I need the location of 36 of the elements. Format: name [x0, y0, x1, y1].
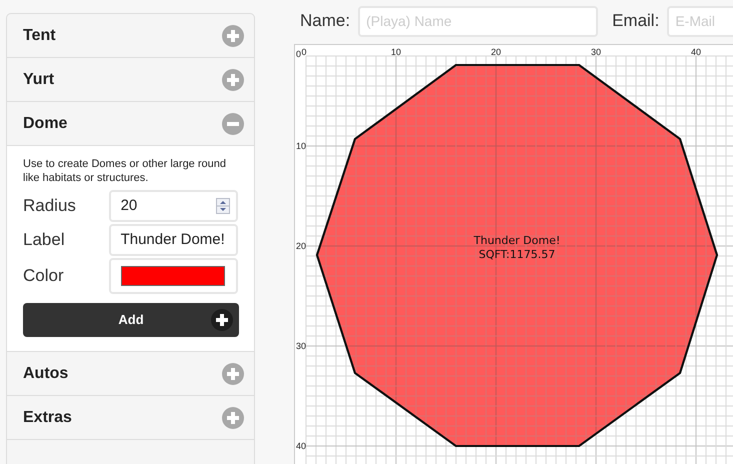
name-label: Name: [300, 10, 350, 32]
axis-label: 20 [491, 47, 501, 57]
axis-label: 40 [296, 441, 306, 451]
text-field[interactable]: Thunder Dome! [108, 224, 238, 256]
axis-label: 20 [296, 241, 306, 251]
section-header[interactable]: Autos [7, 352, 254, 395]
axis-label: 10 [296, 141, 306, 151]
plus-icon[interactable] [222, 362, 244, 384]
axis-label: 0 [302, 47, 306, 57]
section-header[interactable]: Yurt [7, 58, 254, 101]
shape-label: Thunder Dome! [474, 234, 560, 247]
dome-shape[interactable] [316, 64, 718, 447]
minus-icon[interactable] [222, 112, 244, 134]
spinner-icon[interactable] [216, 198, 230, 214]
drawing-canvas[interactable]: 00 10 20 30 40 10 20 30 40 Thunder Dome! SQFT:1175.57 [294, 44, 733, 464]
plus-icon[interactable] [222, 406, 244, 428]
section-header[interactable]: Extras [7, 396, 254, 439]
color-field[interactable] [108, 258, 238, 294]
section-header[interactable]: Dome [7, 102, 254, 145]
axis-label: 40 [691, 47, 701, 57]
plus-icon[interactable] [222, 68, 244, 90]
add-button[interactable]: Add [23, 303, 239, 337]
shape-area: SQFT:1175.57 [478, 248, 556, 261]
section-header[interactable]: Tent [7, 14, 254, 57]
number-field[interactable]: 20 [108, 190, 238, 222]
plus-icon [211, 309, 233, 331]
axis-label: 30 [296, 341, 306, 351]
axis-label: 10 [391, 47, 401, 57]
field-label: Label [23, 229, 66, 252]
section-description: Use to create Domes or other large round like habitats or structures. [23, 157, 227, 185]
field-label: Radius [23, 195, 77, 218]
email-label: Email: [612, 10, 660, 32]
axis-label: 0 [296, 49, 302, 59]
plus-icon[interactable] [222, 24, 244, 46]
field-label: Color [23, 265, 65, 288]
axis-label: 30 [591, 47, 601, 57]
